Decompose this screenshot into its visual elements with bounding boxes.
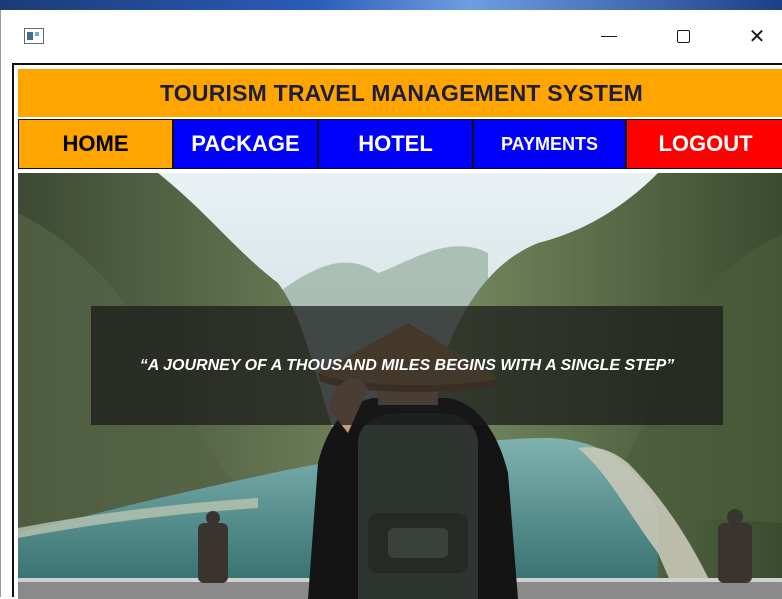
logout-button[interactable]: LOGOUT [626,119,782,169]
minimize-button[interactable] [589,18,629,54]
app-header: TOURISM TRAVEL MANAGEMENT SYSTEM [18,69,782,117]
quote-banner: “A JOURNEY OF A THOUSAND MILES BEGINS WI… [91,306,723,425]
payments-button[interactable]: PAYMENTS [473,119,626,169]
app-window-icon [24,28,44,44]
title-bar[interactable]: ✕ [1,10,782,62]
maximize-button[interactable] [663,18,703,54]
home-button[interactable]: HOME [18,119,173,169]
page-title: TOURISM TRAVEL MANAGEMENT SYSTEM [159,79,644,106]
close-button[interactable]: ✕ [737,18,777,54]
nav-bar: HOME PACKAGE HOTEL PAYMENTS LOGOUT [18,119,782,169]
package-button[interactable]: PACKAGE [173,119,318,169]
desktop-background-strip [0,0,782,10]
hero-image: “A JOURNEY OF A THOUSAND MILES BEGINS WI… [18,173,782,599]
close-icon: ✕ [748,24,766,48]
maximize-icon [676,29,690,43]
quote-text: “A JOURNEY OF A THOUSAND MILES BEGINS WI… [139,356,675,374]
hotel-button[interactable]: HOTEL [318,119,473,169]
minimize-icon [601,35,617,37]
app-window: ✕ TOURISM TRAVEL MANAGEMENT SYSTEM HOME … [0,10,782,599]
main-content-panel: TOURISM TRAVEL MANAGEMENT SYSTEM HOME PA… [12,63,782,599]
